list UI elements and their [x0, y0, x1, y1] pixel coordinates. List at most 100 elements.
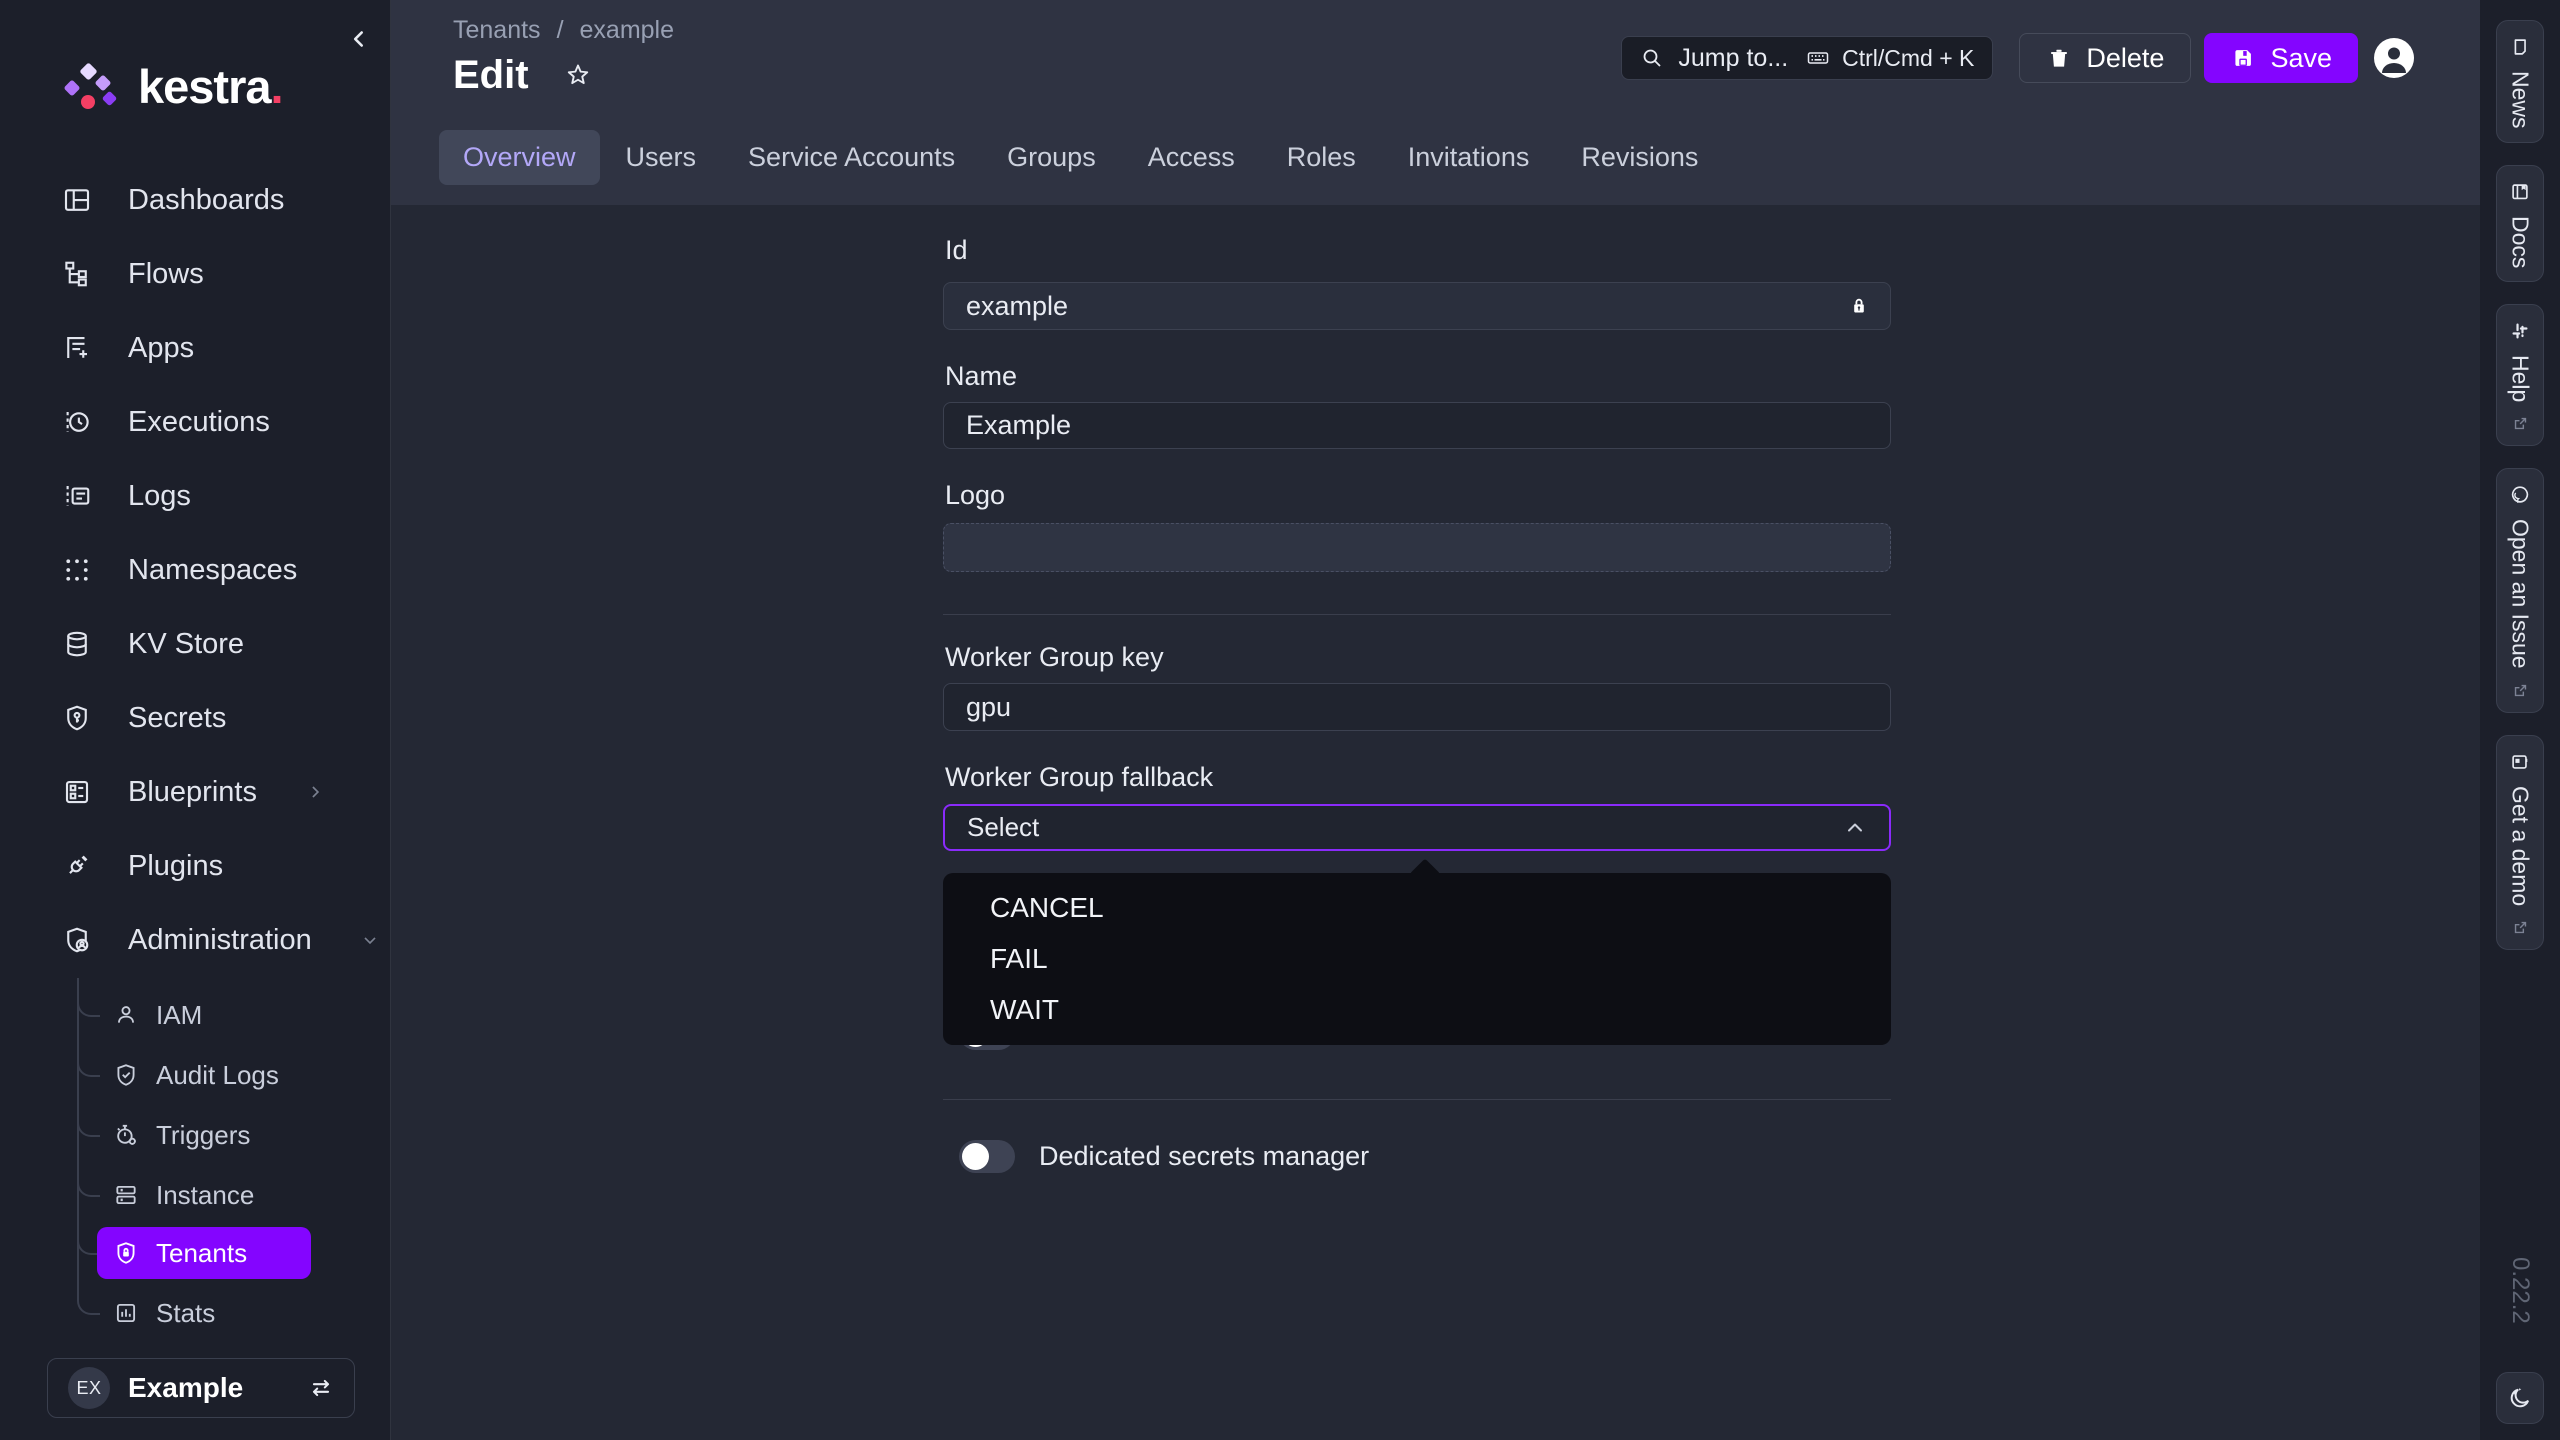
triggers-icon	[113, 1122, 139, 1148]
dedicated-secrets-label: Dedicated secrets manager	[1039, 1141, 1369, 1172]
docs-icon	[2509, 181, 2531, 203]
sidebar-item-plugins[interactable]: Plugins	[0, 829, 390, 903]
sidebar-item-dashboards[interactable]: Dashboards	[0, 163, 390, 237]
favorite-button[interactable]	[563, 61, 593, 91]
name-input[interactable]	[943, 402, 1891, 449]
sidebar-item-label: KV Store	[128, 628, 244, 661]
worker-group-key-input[interactable]	[943, 683, 1891, 731]
sidebar-item-label: Logs	[128, 480, 191, 513]
tab-invitations[interactable]: Invitations	[1382, 130, 1556, 185]
logo-upload-dropzone[interactable]	[943, 523, 1891, 572]
sidebar-subitem-tenants[interactable]: Tenants	[97, 1227, 311, 1279]
sidebar-subitem-instance[interactable]: Instance	[97, 1169, 276, 1221]
save-icon	[2230, 45, 2256, 71]
rail-help-button[interactable]: Help	[2496, 304, 2544, 446]
sidebar-item-logs[interactable]: Logs	[0, 459, 390, 533]
sidebar-subitem-triggers[interactable]: Triggers	[97, 1109, 272, 1161]
flows-icon	[62, 259, 92, 289]
search-shortcut: Ctrl/Cmd + K	[1806, 45, 1974, 72]
search-placeholder: Jump to...	[1678, 44, 1792, 73]
jump-to-search[interactable]: Jump to... Ctrl/Cmd + K	[1621, 36, 1993, 80]
tab-groups[interactable]: Groups	[981, 130, 1122, 185]
breadcrumb-tenants[interactable]: Tenants	[453, 16, 541, 45]
sidebar-item-label: Apps	[128, 332, 194, 365]
rail-get-demo-button[interactable]: Get a demo	[2496, 735, 2544, 950]
option-wait[interactable]: WAIT	[943, 984, 1891, 1035]
iam-icon	[113, 1002, 139, 1028]
tab-overview[interactable]: Overview	[439, 130, 600, 185]
secrets-icon	[62, 703, 92, 733]
news-icon	[2509, 36, 2531, 58]
sidebar-item-apps[interactable]: Apps	[0, 311, 390, 385]
star-icon	[563, 61, 593, 91]
sidebar-item-label: Executions	[128, 406, 270, 439]
delete-button[interactable]: Delete	[2019, 33, 2191, 83]
tenants-icon	[113, 1240, 139, 1266]
sidebar-collapse-icon[interactable]	[346, 22, 380, 56]
trash-icon	[2046, 45, 2072, 71]
sidebar-item-kv-store[interactable]: KV Store	[0, 607, 390, 681]
worker-group-fallback-select[interactable]: Select	[943, 804, 1891, 851]
sidebar-subitem-label: Triggers	[156, 1120, 250, 1151]
rail-label: Docs	[2507, 216, 2534, 268]
dedicated-secrets-toggle[interactable]	[959, 1140, 1015, 1173]
breadcrumb-example[interactable]: example	[580, 16, 675, 45]
chevron-right-icon	[305, 782, 325, 802]
sidebar-item-blueprints[interactable]: Blueprints	[0, 755, 390, 829]
tab-revisions[interactable]: Revisions	[1555, 130, 1724, 185]
user-avatar[interactable]	[2374, 38, 2414, 78]
keyboard-icon	[1806, 46, 1830, 70]
sidebar-subitem-iam[interactable]: IAM	[97, 989, 224, 1041]
rail-docs-button[interactable]: Docs	[2496, 165, 2544, 282]
page-header: Tenants / example Edit Jump to...	[391, 0, 2480, 205]
tab-users[interactable]: Users	[600, 130, 723, 185]
theme-toggle-button[interactable]	[2496, 1372, 2544, 1424]
id-label: Id	[945, 235, 968, 266]
section-divider	[943, 1099, 1891, 1100]
logs-icon	[62, 481, 92, 511]
administration-icon	[62, 925, 92, 955]
sidebar-item-administration[interactable]: Administration	[0, 903, 390, 977]
worker-group-fallback-dropdown: CANCEL FAIL WAIT	[943, 873, 1891, 1045]
right-rail: News Docs Help Open an Issue Get a demo …	[2480, 0, 2560, 1440]
sidebar-item-label: Blueprints	[128, 776, 257, 809]
worker-group-key-label: Worker Group key	[945, 642, 1164, 673]
sidebar-item-label: Flows	[128, 258, 204, 291]
brand-dot: .	[271, 60, 283, 113]
rail-open-issue-button[interactable]: Open an Issue	[2496, 468, 2544, 713]
rail-label: News	[2507, 71, 2534, 129]
tab-service-accounts[interactable]: Service Accounts	[722, 130, 981, 185]
kv-store-icon	[62, 629, 92, 659]
main-column: Tenants / example Edit Jump to...	[390, 0, 2480, 1440]
sidebar-subitem-label: Stats	[156, 1298, 215, 1329]
sidebar-item-label: Administration	[128, 924, 312, 957]
option-cancel[interactable]: CANCEL	[943, 882, 1891, 933]
sidebar-subitem-stats[interactable]: Stats	[97, 1287, 237, 1339]
id-input[interactable]	[943, 282, 1891, 330]
tenant-switcher[interactable]: EX Example	[47, 1358, 355, 1418]
blueprints-icon	[62, 777, 92, 807]
kestra-logo-mark	[58, 55, 120, 117]
tab-roles[interactable]: Roles	[1261, 130, 1382, 185]
kestra-logo[interactable]: kestra.	[58, 55, 283, 117]
sidebar-item-executions[interactable]: Executions	[0, 385, 390, 459]
namespaces-icon	[62, 555, 92, 585]
brand-name: kestra.	[138, 59, 283, 114]
sidebar-item-label: Namespaces	[128, 554, 297, 587]
sidebar-item-secrets[interactable]: Secrets	[0, 681, 390, 755]
sidebar-subitem-audit-logs[interactable]: Audit Logs	[97, 1049, 301, 1101]
sidebar-subitem-label: Tenants	[156, 1238, 247, 1269]
dashboards-icon	[62, 185, 92, 215]
save-button[interactable]: Save	[2204, 33, 2358, 83]
name-label: Name	[945, 361, 1017, 392]
option-fail[interactable]: FAIL	[943, 933, 1891, 984]
tab-access[interactable]: Access	[1122, 130, 1261, 185]
search-icon	[1640, 46, 1664, 70]
version-label: 0.22.2	[2506, 1257, 2534, 1324]
external-link-icon	[2512, 682, 2529, 699]
rail-news-button[interactable]: News	[2496, 20, 2544, 143]
sidebar-nav: Dashboards Flows Apps Executions Logs Na…	[0, 163, 390, 977]
external-link-icon	[2512, 919, 2529, 936]
sidebar-item-flows[interactable]: Flows	[0, 237, 390, 311]
sidebar-item-namespaces[interactable]: Namespaces	[0, 533, 390, 607]
